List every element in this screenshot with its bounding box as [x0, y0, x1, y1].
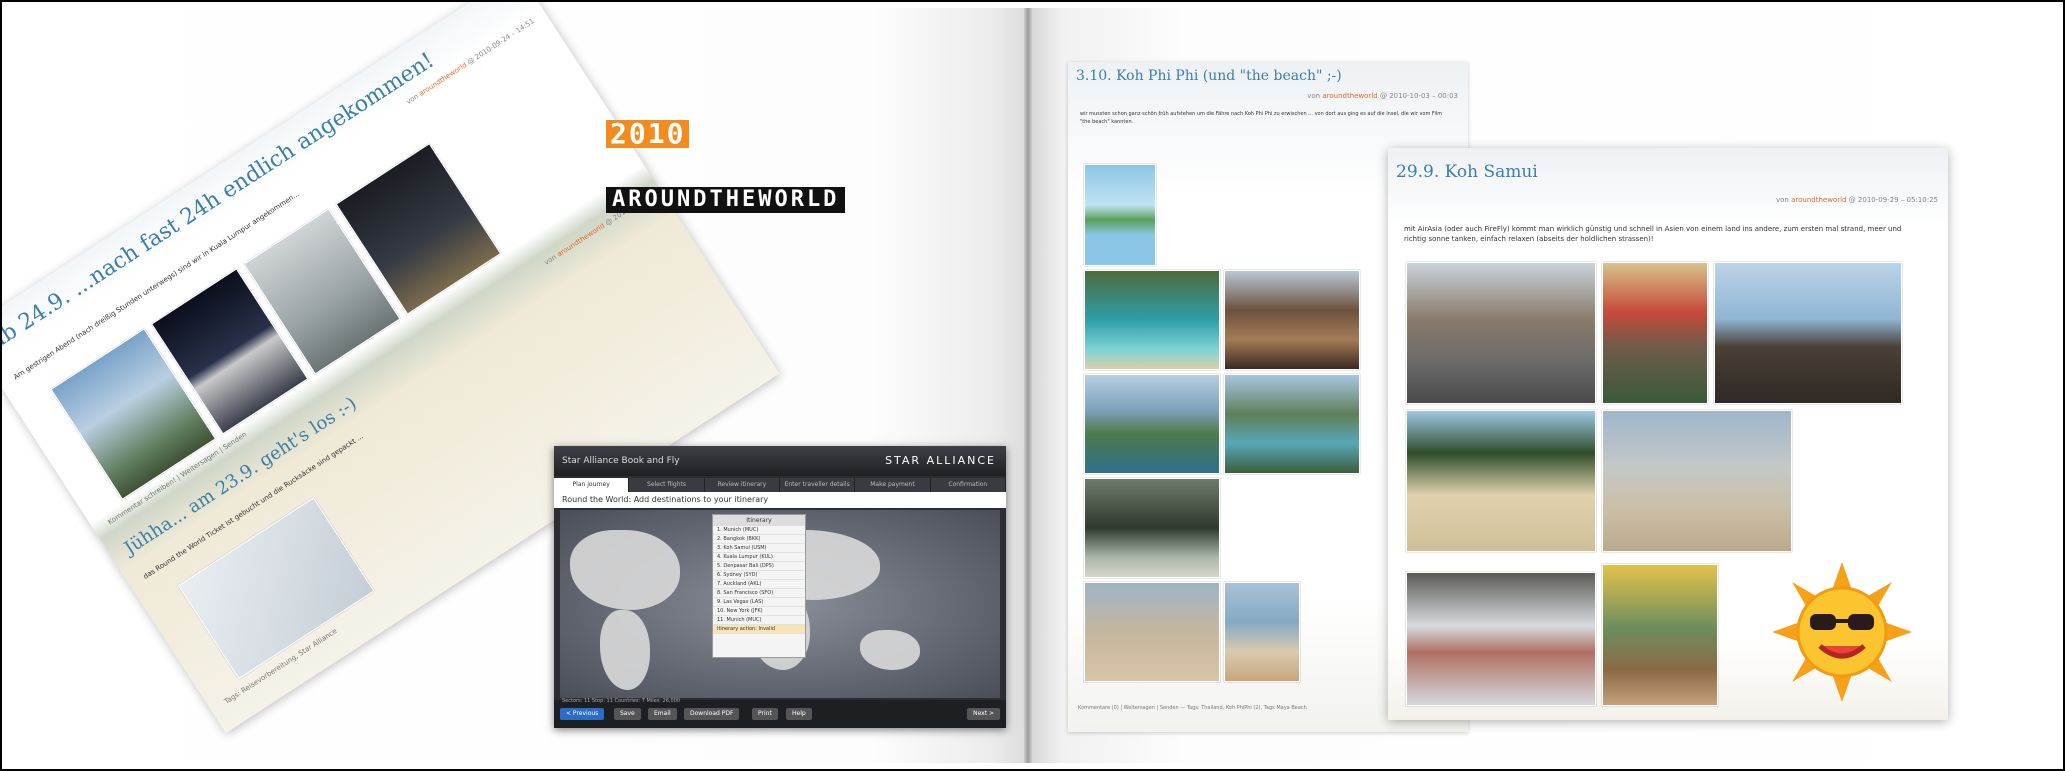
sa-tabs: Plan journey Select flights Review itine… — [554, 478, 1006, 492]
post-meta: von aroundtheworld @ 2010-09-29 – 05:10:… — [1775, 196, 1938, 204]
map-land — [570, 530, 680, 610]
itinerary-row[interactable]: 10. New York (JFK) — [713, 607, 805, 616]
photo-screenshot-thumbnail — [177, 497, 375, 680]
post-title: 3.10. Koh Phi Phi (und "the beach" ;-) — [1076, 68, 1342, 84]
sa-header: Star Alliance Book and Fly STAR ALLIANCE — [554, 446, 1006, 476]
itinerary-row[interactable]: 3. Koh Samui (USM) — [713, 544, 805, 553]
sa-tab[interactable]: Select flights — [629, 478, 705, 492]
sa-subtitle: Round the World: Add destinations to you… — [554, 492, 1006, 508]
print-button[interactable]: Print — [752, 708, 778, 720]
photo-island-view — [1224, 374, 1360, 474]
year-label: 2010 — [606, 120, 690, 148]
sa-tab[interactable]: Confirmation — [931, 478, 1006, 492]
sa-status: Sectors: 11 Stop: 11 Countries: 7 Miles:… — [562, 698, 681, 704]
photo-seafood — [1406, 572, 1596, 706]
itinerary-row[interactable]: 8. San Francisco (SFO) — [713, 589, 805, 598]
next-button[interactable]: Next > — [967, 708, 1000, 720]
photo-bay-view — [1084, 374, 1220, 474]
save-button[interactable]: Save — [614, 708, 641, 720]
photo-street — [1406, 262, 1596, 404]
photo-empty-beach — [1602, 410, 1792, 552]
post-text: mit AirAsia (oder auch FireFly) kommt ma… — [1404, 225, 1902, 243]
photo-maya-bay — [1084, 270, 1220, 370]
sun-sticker-icon — [1772, 562, 1912, 702]
map-land — [860, 630, 920, 670]
itinerary-panel: Itinerary 1. Munich (MUC) 2. Bangkok (BK… — [712, 514, 806, 658]
photobook-spread: ab 24.9. ...nach fast 24h endlich angeko… — [0, 0, 2065, 771]
star-alliance-screenshot: Star Alliance Book and Fly STAR ALLIANCE… — [554, 446, 1006, 728]
photo-shops — [1602, 262, 1708, 404]
itinerary-footer: Itinerary action: Invalid — [713, 625, 805, 634]
sa-bottom-bar: Sectors: 11 Stop: 11 Countries: 7 Miles:… — [554, 698, 1006, 728]
sa-tab[interactable]: Enter traveller details — [780, 478, 856, 492]
post-text: wir mussten schon ganz schön früh aufste… — [1080, 111, 1443, 125]
sa-title: Star Alliance Book and Fly — [562, 456, 680, 466]
itinerary-row[interactable]: 9. Las Vegas (LAS) — [713, 598, 805, 607]
brand-label: AROUNDTHEWORLD — [606, 187, 846, 213]
sa-tab[interactable]: Plan journey — [554, 478, 630, 492]
photo-pool-loungers — [1714, 262, 1902, 404]
sa-tab[interactable]: Make payment — [855, 478, 931, 492]
itinerary-row[interactable]: 6. Sydney (SYD) — [713, 571, 805, 580]
email-button[interactable]: Email — [648, 708, 677, 720]
itinerary-row[interactable]: 2. Bangkok (BKK) — [713, 535, 805, 544]
photo-map-phi-phi — [1084, 164, 1156, 266]
map-land — [600, 610, 650, 690]
itinerary-row[interactable]: 1. Munich (MUC) — [713, 526, 805, 535]
post-meta: von aroundtheworld @ 2010-10-03 – 00:03 — [1307, 92, 1458, 100]
itinerary-row[interactable]: 11. Munich (MUC) — [713, 616, 805, 625]
post-footer: Kommentare (0) | Weitersagen | Senden — … — [1078, 705, 1307, 711]
photo-person-beach — [1084, 582, 1220, 682]
photo-cliff-lagoon — [1084, 478, 1220, 578]
post-title: 29.9. Koh Samui — [1396, 162, 1538, 182]
itinerary-row[interactable]: 4. Kuala Lumpur (KUL) — [713, 553, 805, 562]
itinerary-row[interactable]: 5. Denpasar Bali (DPS) — [713, 562, 805, 571]
sa-logo: STAR ALLIANCE — [885, 454, 996, 467]
help-button[interactable]: Help — [786, 708, 812, 720]
book-spine — [1024, 8, 1032, 763]
sa-tab[interactable]: Review itinerary — [705, 478, 780, 492]
download-pdf-button[interactable]: Download PDF — [684, 708, 740, 720]
photo-sandals-beach — [1224, 582, 1300, 682]
photo-beach-bar — [1224, 270, 1360, 370]
itinerary-row[interactable]: 7. Auckland (AKL) — [713, 580, 805, 589]
itinerary-title: Itinerary — [713, 515, 805, 526]
photo-beach-palms — [1406, 410, 1596, 552]
previous-button[interactable]: < Previous — [560, 708, 605, 720]
photo-shoe-shop — [1602, 564, 1718, 706]
